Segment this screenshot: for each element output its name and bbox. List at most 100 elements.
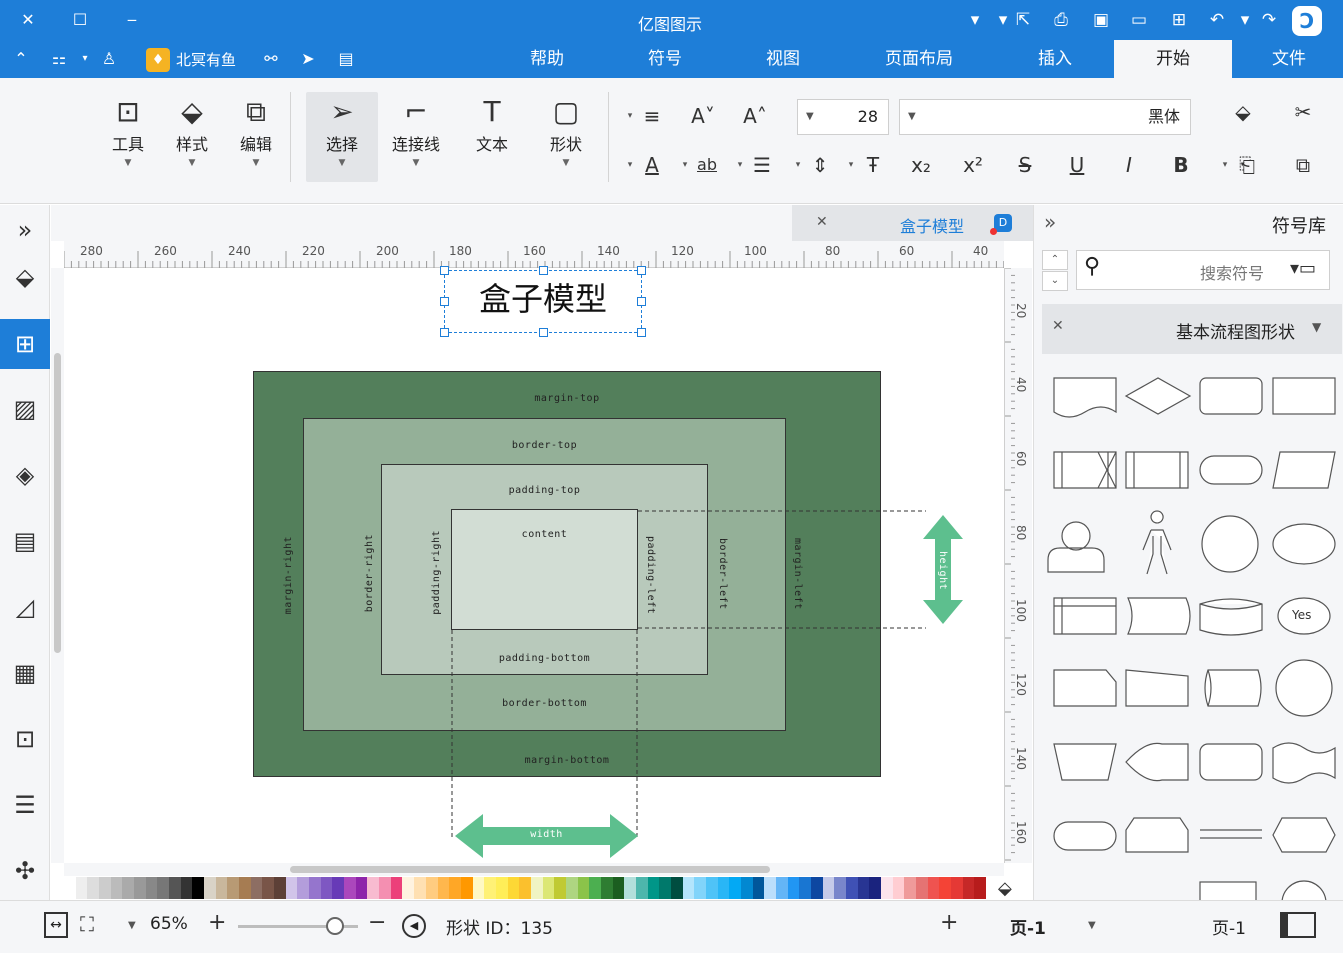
color-swatch[interactable] xyxy=(717,877,730,899)
color-swatch[interactable] xyxy=(565,877,578,899)
color-swatch[interactable] xyxy=(670,877,683,899)
shape-circle[interactable] xyxy=(1201,515,1259,573)
color-swatch[interactable] xyxy=(192,877,205,899)
shape-annotation[interactable] xyxy=(1199,881,1257,900)
color-swatch[interactable] xyxy=(414,877,426,899)
horizontal-scrollbar[interactable] xyxy=(64,863,1004,876)
color-swatch[interactable] xyxy=(775,877,788,899)
color-swatch[interactable] xyxy=(834,877,847,899)
resize-handle[interactable] xyxy=(440,328,449,337)
zoom-level[interactable]: 65% xyxy=(150,914,188,934)
color-swatch[interactable] xyxy=(204,877,216,899)
edit-button[interactable]: ⧉ 编辑 ▼ xyxy=(220,92,292,182)
share-icon[interactable]: ⚯ xyxy=(258,48,284,70)
underline-icon[interactable]: U xyxy=(1062,150,1092,180)
color-swatch[interactable] xyxy=(752,877,765,899)
chart-icon[interactable]: ◿ xyxy=(0,582,50,632)
color-swatch[interactable] xyxy=(262,877,275,899)
color-swatch[interactable] xyxy=(169,877,181,899)
align-dropdown-icon[interactable]: ▾ xyxy=(625,101,635,131)
user-name[interactable]: 北冥有鱼 xyxy=(176,49,236,70)
tab-insert[interactable]: 插入 xyxy=(996,40,1114,78)
more-dropdown-icon[interactable]: ▾ xyxy=(962,8,988,32)
comment-icon[interactable]: ▤ xyxy=(330,48,362,70)
shape-actor[interactable] xyxy=(1047,521,1105,573)
current-page-tab[interactable]: 页-1 xyxy=(1010,914,1046,939)
shape-loop-limit[interactable] xyxy=(1125,817,1189,853)
fill-icon[interactable]: ⬙ xyxy=(0,252,50,302)
color-swatch[interactable] xyxy=(495,877,508,899)
shape-stick-figure[interactable] xyxy=(1142,510,1172,575)
horizontal-scroll-thumb[interactable] xyxy=(290,866,770,873)
color-swatch[interactable] xyxy=(682,877,695,899)
fill-picker-icon[interactable]: ⬙ xyxy=(998,878,1012,899)
color-swatch[interactable] xyxy=(939,877,952,899)
color-swatch[interactable] xyxy=(75,877,88,899)
copy-icon[interactable]: ⧉ xyxy=(1288,150,1318,180)
color-swatch[interactable] xyxy=(320,877,333,899)
zoom-out-icon[interactable]: − xyxy=(368,910,386,935)
decrease-font-icon[interactable]: A˅ xyxy=(688,101,718,131)
color-swatch[interactable] xyxy=(507,877,520,899)
color-swatch[interactable] xyxy=(64,877,76,899)
color-swatch[interactable] xyxy=(974,877,987,899)
close-button[interactable]: ✕ xyxy=(8,0,48,40)
undo-icon[interactable]: ↶ xyxy=(1204,8,1230,32)
zoom-dropdown-icon[interactable]: ▼ xyxy=(128,920,136,931)
shape-process[interactable] xyxy=(1272,377,1336,415)
color-swatch[interactable] xyxy=(846,877,858,899)
apps-dropdown-icon[interactable]: ▾ xyxy=(78,48,92,70)
vertical-scrollbar[interactable] xyxy=(51,268,64,863)
zoom-in-icon[interactable]: + xyxy=(208,910,226,935)
color-palette[interactable] xyxy=(64,877,987,899)
font-color-dropdown-icon[interactable]: ▾ xyxy=(625,150,635,180)
shape-document[interactable] xyxy=(1053,377,1117,418)
tab-view[interactable]: 视图 xyxy=(724,40,842,78)
tab-symbols[interactable]: 符号 xyxy=(606,40,724,78)
image-icon[interactable]: ▨ xyxy=(0,384,50,434)
color-swatch[interactable] xyxy=(122,877,135,899)
shape-display[interactable] xyxy=(1125,742,1189,782)
increase-font-icon[interactable]: A˄ xyxy=(740,101,770,131)
new-file-icon[interactable]: ⊞ xyxy=(1166,8,1192,32)
color-swatch[interactable] xyxy=(239,877,251,899)
resize-handle[interactable] xyxy=(637,266,646,275)
shape-internal-storage[interactable] xyxy=(1053,597,1117,635)
color-swatch[interactable] xyxy=(355,877,368,899)
tab-help[interactable]: 帮助 xyxy=(488,40,606,78)
shape-tape[interactable] xyxy=(1272,742,1336,784)
color-swatch[interactable] xyxy=(145,877,158,899)
color-swatch[interactable] xyxy=(916,877,928,899)
color-swatch[interactable] xyxy=(647,877,660,899)
color-swatch[interactable] xyxy=(530,877,543,899)
bullet-list-icon[interactable]: ☰ xyxy=(747,150,777,180)
color-swatch[interactable] xyxy=(344,877,356,899)
tab-home[interactable]: 开始 xyxy=(1114,40,1232,78)
color-swatch[interactable] xyxy=(297,877,310,899)
color-swatch[interactable] xyxy=(635,877,648,899)
redo-icon[interactable]: ↷ xyxy=(1256,8,1282,32)
color-swatch[interactable] xyxy=(892,877,905,899)
open-folder-icon[interactable]: ▭ xyxy=(1126,8,1152,32)
shape-manual-input[interactable] xyxy=(1125,669,1189,707)
color-swatch[interactable] xyxy=(332,877,345,899)
color-swatch[interactable] xyxy=(227,877,240,899)
shape-terminator[interactable] xyxy=(1199,455,1263,485)
color-swatch[interactable] xyxy=(764,877,776,899)
shape-connector[interactable] xyxy=(1275,659,1333,717)
close-section-icon[interactable]: ✕ xyxy=(1052,318,1064,334)
puzzle-icon[interactable]: ⊡ xyxy=(0,714,50,764)
color-swatch[interactable] xyxy=(659,877,671,899)
color-swatch[interactable] xyxy=(379,877,391,899)
color-swatch[interactable] xyxy=(881,877,893,899)
color-swatch[interactable] xyxy=(869,877,882,899)
italic-icon[interactable]: I xyxy=(1114,150,1144,180)
shape-partial-circle[interactable] xyxy=(1281,880,1327,900)
color-swatch[interactable] xyxy=(157,877,170,899)
tshirt-icon[interactable]: ♙ xyxy=(94,48,124,70)
shape-stored-data[interactable] xyxy=(1127,597,1191,635)
color-swatch[interactable] xyxy=(962,877,975,899)
list-dropdown-icon[interactable]: ▾ xyxy=(735,150,745,180)
color-swatch[interactable] xyxy=(285,877,298,899)
color-swatch[interactable] xyxy=(729,877,741,899)
